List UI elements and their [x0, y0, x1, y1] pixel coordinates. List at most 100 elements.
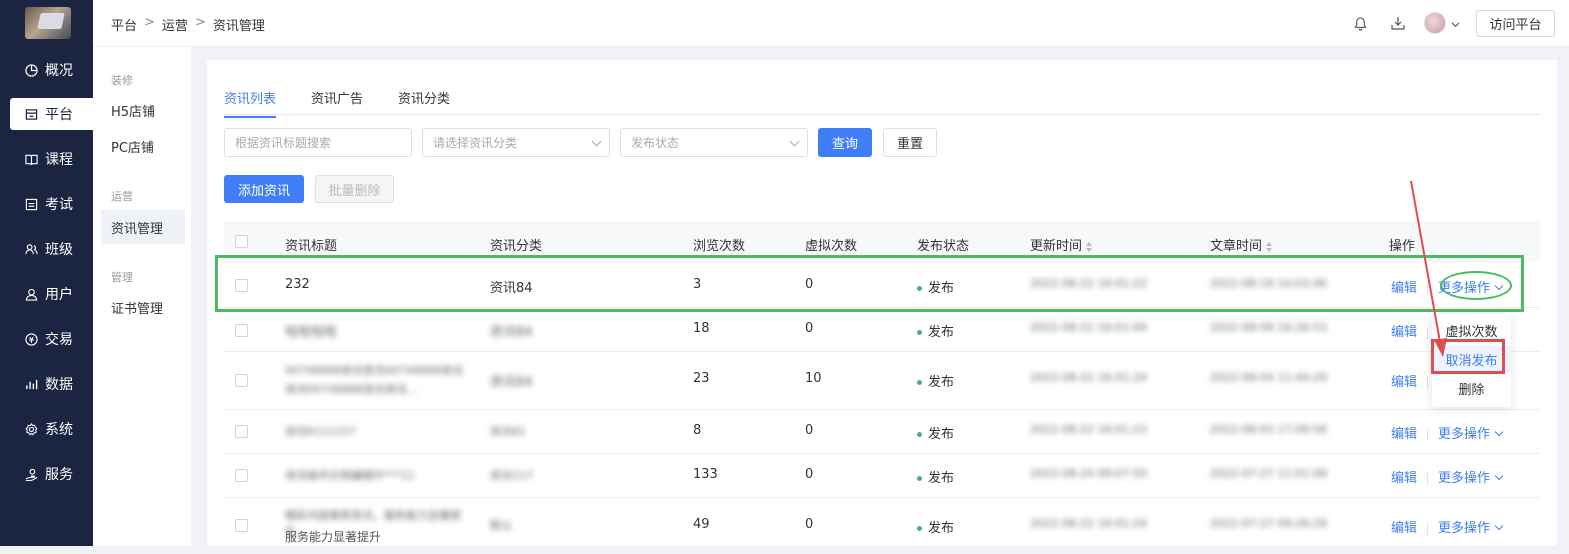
pie-chart-icon	[24, 63, 38, 77]
divider	[1427, 522, 1429, 535]
nav-item-trade[interactable]: 交易	[10, 323, 93, 355]
column-header-category: 资讯分类	[490, 239, 543, 254]
category-select[interactable]: 请选择资讯分类	[422, 128, 610, 157]
cell-actions: 编辑	[1391, 321, 1438, 340]
breadcrumb: 平台 > 运营 > 资讯管理	[111, 15, 265, 34]
row-checkbox[interactable]	[235, 469, 248, 482]
sort-icon[interactable]	[1266, 241, 1273, 252]
nav-item-data[interactable]: 数据	[10, 368, 93, 400]
cell-article-time: 2022-07-27 11:01:08	[1210, 467, 1327, 480]
nav-item-user[interactable]: 用户	[10, 278, 93, 310]
column-header-virtual: 虚拟次数	[805, 239, 858, 254]
status-label: 发布	[928, 375, 955, 390]
user-icon	[24, 287, 38, 301]
trade-icon	[24, 332, 38, 346]
row-checkbox[interactable]	[235, 519, 248, 532]
cell-status: 发布	[917, 467, 954, 486]
cell-virtual: 10	[805, 371, 822, 386]
breadcrumb-item[interactable]: 运营	[162, 15, 188, 34]
chevron-down-icon	[1494, 521, 1504, 531]
column-header-updated[interactable]: 更新时间	[1030, 235, 1093, 254]
add-news-button[interactable]: 添加资讯	[224, 175, 304, 203]
status-label: 发布	[928, 471, 955, 486]
cell-views: 133	[693, 467, 718, 482]
edit-link[interactable]: 编辑	[1391, 375, 1417, 390]
column-header-title: 资讯标题	[285, 239, 338, 254]
batch-delete-button[interactable]: 批量删除	[315, 175, 394, 203]
subnav-item-news-management[interactable]: 资讯管理	[101, 210, 185, 244]
row-checkbox[interactable]	[235, 425, 248, 438]
more-actions-link[interactable]: 更多操作	[1438, 521, 1504, 536]
row-checkbox[interactable]	[235, 374, 248, 387]
cell-virtual: 0	[805, 467, 814, 482]
query-button[interactable]: 查询	[818, 128, 872, 157]
visit-platform-button[interactable]: 访问平台	[1476, 10, 1555, 37]
nav-item-class[interactable]: 班级	[10, 233, 93, 265]
status-select[interactable]: 发布状态	[620, 128, 808, 157]
highlight-ellipse-annotation	[1440, 271, 1512, 300]
logo[interactable]	[25, 7, 71, 39]
chevron-down-icon	[789, 136, 800, 147]
status-label: 发布	[928, 521, 955, 536]
sort-icon[interactable]	[1086, 241, 1093, 252]
dropdown-item-delete[interactable]: 删除	[1432, 375, 1511, 401]
cell-views: 8	[693, 423, 702, 438]
column-header-article-time[interactable]: 文章时间	[1210, 235, 1273, 254]
subnav-group-decor: 装修	[111, 74, 133, 87]
chevron-down-icon	[1494, 427, 1504, 437]
status-dot	[917, 526, 922, 531]
more-actions-link[interactable]: 更多操作	[1438, 427, 1504, 442]
table-row: 00748888资讯资讯00748888资讯资讯00748888资讯资讯... …	[224, 352, 1540, 410]
nav-item-label: 系统	[45, 422, 73, 438]
column-header-actions: 操作	[1389, 239, 1416, 254]
cell-views: 18	[693, 321, 710, 336]
nav-item-course[interactable]: 课程	[10, 143, 93, 175]
cell-virtual: 0	[805, 321, 814, 336]
subnav-group-ops: 运营	[111, 190, 133, 203]
search-input[interactable]: 根据资讯标题搜索	[224, 128, 412, 157]
chevron-down-icon	[1494, 471, 1504, 481]
select-all-checkbox[interactable]	[235, 235, 248, 248]
nav-item-platform[interactable]: 平台	[10, 98, 93, 130]
more-actions-label: 更多操作	[1438, 471, 1491, 486]
reset-button[interactable]: 重置	[883, 128, 937, 157]
cell-article-time: 2022-08-09 16:26:53	[1210, 321, 1327, 334]
more-actions-link[interactable]: 更多操作	[1438, 471, 1504, 486]
avatar[interactable]	[1424, 12, 1446, 34]
status-dot	[917, 432, 922, 437]
nav-item-label: 数据	[45, 377, 73, 393]
bar-chart-icon	[24, 377, 38, 391]
cell-actions: 编辑 更多操作	[1391, 423, 1504, 442]
exam-icon	[24, 197, 38, 211]
breadcrumb-item: 资讯管理	[212, 19, 265, 34]
nav-item-system[interactable]: 系统	[10, 413, 93, 445]
table-row: 啦啦啦啦 资讯84 18 0 发布 2022-08-22 16:01:09 20…	[224, 308, 1540, 352]
nav-item-label: 班级	[45, 242, 73, 258]
chevron-down-icon[interactable]	[1449, 15, 1461, 33]
cell-actions: 编辑 更多操作	[1391, 467, 1504, 486]
row-checkbox[interactable]	[235, 324, 248, 337]
subnav-item-certificate[interactable]: 证书管理	[101, 290, 185, 324]
status-dot	[917, 330, 922, 335]
column-header-views: 浏览次数	[693, 239, 746, 254]
subnav-item-h5-store[interactable]: H5店铺	[101, 93, 185, 127]
cell-article-time: 2022-08-04 11:44:29	[1210, 371, 1327, 384]
class-icon	[24, 242, 38, 256]
cell-views: 23	[693, 371, 710, 386]
cell-category: 资讯61	[490, 425, 526, 438]
edit-link[interactable]: 编辑	[1391, 471, 1417, 486]
bell-icon[interactable]	[1351, 14, 1369, 32]
service-icon	[24, 467, 38, 481]
nav-item-service[interactable]: 服务	[10, 458, 93, 490]
search-placeholder: 根据资讯标题搜索	[235, 136, 332, 150]
nav-item-overview[interactable]: 概况	[10, 54, 93, 86]
nav-item-label: 服务	[45, 467, 73, 483]
edit-link[interactable]: 编辑	[1391, 521, 1417, 536]
nav-item-exam[interactable]: 考试	[10, 188, 93, 220]
nav-item-label: 考试	[45, 197, 73, 213]
breadcrumb-item[interactable]: 平台	[111, 15, 137, 34]
download-icon[interactable]	[1389, 14, 1407, 32]
edit-link[interactable]: 编辑	[1391, 325, 1417, 340]
edit-link[interactable]: 编辑	[1391, 427, 1417, 442]
subnav-item-pc-store[interactable]: PC店铺	[101, 129, 185, 163]
